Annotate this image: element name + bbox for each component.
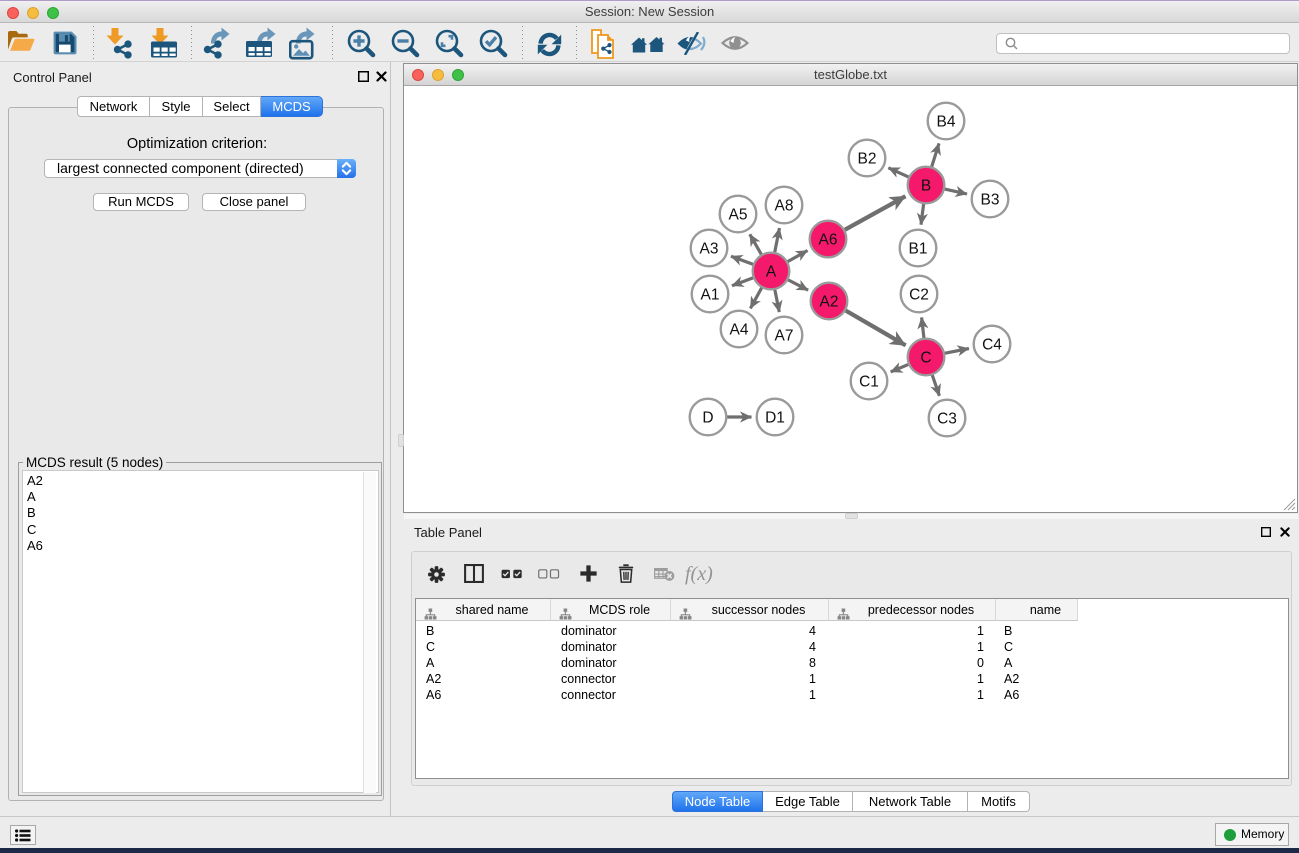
svg-text:C2: C2 bbox=[909, 287, 929, 304]
svg-text:B: B bbox=[921, 178, 931, 195]
svg-text:A3: A3 bbox=[700, 241, 719, 258]
svg-text:A1: A1 bbox=[701, 287, 720, 304]
svg-text:B1: B1 bbox=[909, 241, 928, 258]
svg-text:A5: A5 bbox=[729, 207, 748, 224]
svg-text:C4: C4 bbox=[982, 337, 1002, 354]
svg-text:A2: A2 bbox=[820, 294, 839, 311]
svg-text:D: D bbox=[702, 410, 713, 427]
svg-text:B2: B2 bbox=[858, 151, 877, 168]
svg-text:A4: A4 bbox=[730, 322, 749, 339]
svg-text:A8: A8 bbox=[775, 198, 794, 215]
svg-text:C: C bbox=[920, 350, 931, 367]
svg-text:B3: B3 bbox=[981, 192, 1000, 209]
svg-text:A7: A7 bbox=[775, 328, 794, 345]
svg-text:A: A bbox=[766, 264, 777, 281]
svg-text:C3: C3 bbox=[937, 411, 957, 428]
svg-text:D1: D1 bbox=[765, 410, 785, 427]
svg-text:A6: A6 bbox=[819, 232, 838, 249]
svg-text:B4: B4 bbox=[937, 114, 956, 131]
svg-text:C1: C1 bbox=[859, 374, 879, 391]
